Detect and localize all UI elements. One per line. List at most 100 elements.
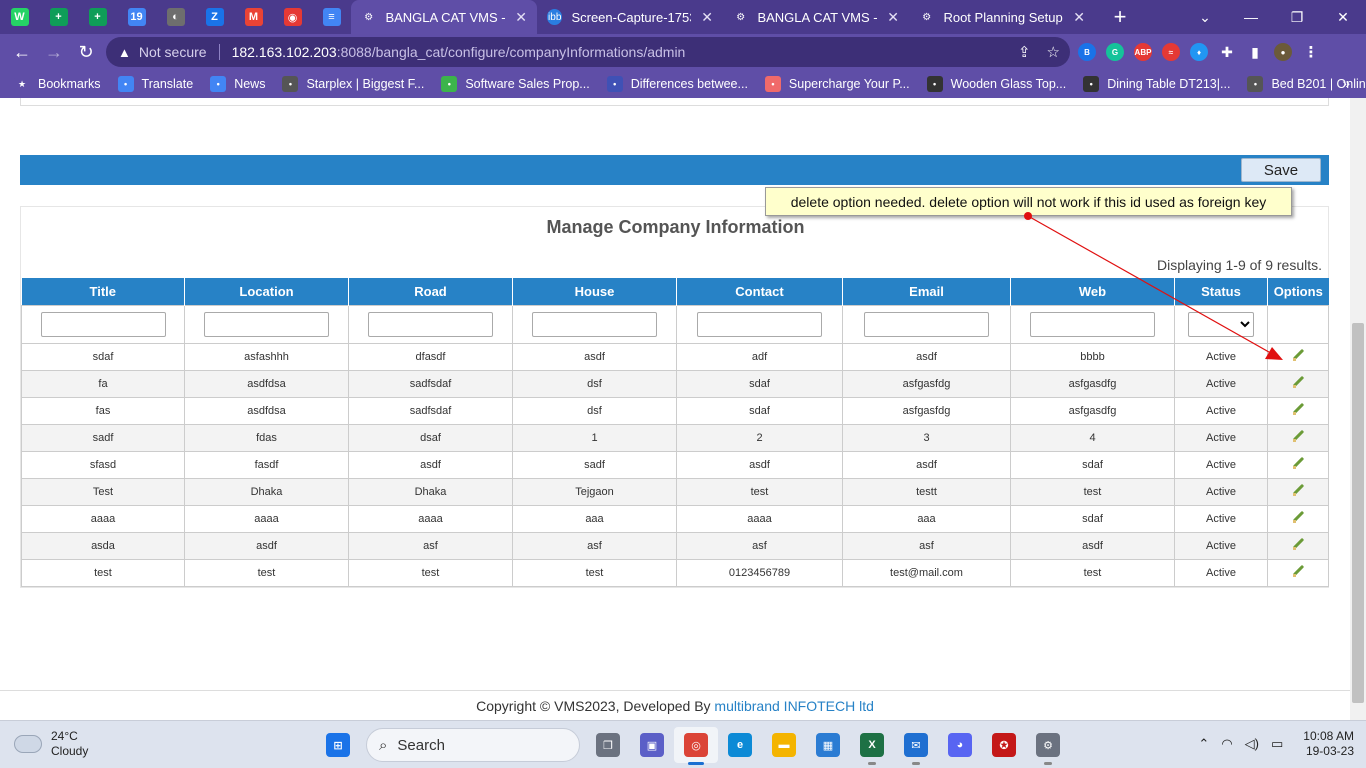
taskbar-app[interactable]: ⊞	[316, 727, 360, 763]
volume-icon[interactable]: ◁)	[1245, 736, 1259, 752]
column-header[interactable]: Location	[184, 278, 349, 305]
edit-pencil-icon[interactable]	[1292, 511, 1304, 523]
grammarly-icon[interactable]: G	[1106, 43, 1124, 61]
extension-icon[interactable]: B	[1078, 43, 1096, 61]
clock[interactable]: 10:08 AM 19-03-23	[1303, 729, 1354, 759]
scrollbar-thumb[interactable]	[1352, 323, 1364, 703]
bookmark-item[interactable]: • News	[210, 76, 265, 92]
extension-icon[interactable]: ≈	[1162, 43, 1180, 61]
extension-icon[interactable]: ♦	[1190, 43, 1208, 61]
taskbar-app[interactable]: ◎	[674, 727, 718, 765]
bookmark-item[interactable]: • Wooden Glass Top...	[926, 76, 1066, 92]
taskbar-search[interactable]: ⌕ Search	[366, 728, 580, 762]
taskbar-app[interactable]: ⚙	[1026, 727, 1070, 765]
taskbar-app[interactable]: ◕	[938, 727, 982, 763]
pinned-tab[interactable]: 19	[117, 0, 156, 34]
side-panel-icon[interactable]: ▮	[1246, 43, 1264, 61]
pinned-tab[interactable]: ≡	[312, 0, 351, 34]
developer-link[interactable]: multibrand INFOTECH ltd	[714, 698, 873, 714]
minimize-button[interactable]: —	[1228, 9, 1274, 25]
status-filter-select[interactable]	[1188, 311, 1254, 337]
back-button[interactable]: ←	[6, 36, 38, 68]
taskbar-app[interactable]: X	[850, 727, 894, 765]
close-tab-icon[interactable]: ✕	[1073, 9, 1085, 26]
browser-tab[interactable]: ⚙ Root Planning Setup ✕	[909, 0, 1095, 34]
taskbar-app[interactable]: e	[718, 727, 762, 763]
table-cell: 3	[842, 423, 1011, 452]
bookmark-label: Translate	[141, 77, 194, 91]
browser-tab[interactable]: ⚙ BANGLA CAT VMS - Ac ✕	[723, 0, 909, 34]
address-bar[interactable]: ▲ Not secure 182.163.102.203 :8088/bangl…	[106, 37, 1070, 67]
pinned-tab[interactable]: +	[78, 0, 117, 34]
bookmark-item[interactable]: ★ Bookmarks	[14, 76, 101, 92]
bookmark-item[interactable]: • Dining Table DT213|...	[1083, 76, 1230, 92]
bookmark-item[interactable]: • Software Sales Prop...	[441, 76, 590, 92]
restore-button[interactable]: ❐	[1274, 9, 1320, 26]
taskbar-app[interactable]: ▣	[630, 727, 674, 763]
column-header[interactable]: Options	[1267, 278, 1329, 305]
taskbar-app[interactable]: ❐	[586, 727, 630, 763]
battery-icon[interactable]: ▭	[1271, 736, 1283, 752]
weather-widget[interactable]: 24°C Cloudy	[14, 729, 88, 759]
pinned-tab[interactable]: W	[0, 0, 39, 34]
pinned-tab[interactable]: ◐	[156, 0, 195, 34]
adblock-icon[interactable]: ABP	[1134, 43, 1152, 61]
close-tab-icon[interactable]: ✕	[515, 9, 527, 26]
filter-input[interactable]	[864, 311, 989, 337]
column-header[interactable]: Contact	[676, 278, 843, 305]
filter-input[interactable]	[532, 311, 657, 337]
bookmark-item[interactable]: • Differences betwee...	[606, 76, 748, 92]
menu-icon[interactable]: ⋮	[1302, 43, 1320, 61]
options-cell	[1267, 396, 1329, 425]
taskbar-app[interactable]: ▬	[762, 727, 806, 763]
close-tab-icon[interactable]: ✕	[887, 9, 899, 26]
tab-search-icon[interactable]: ⌄	[1182, 9, 1228, 26]
filter-input[interactable]	[368, 311, 493, 337]
edit-pencil-icon[interactable]	[1292, 457, 1304, 469]
pinned-tab[interactable]: ◉	[273, 0, 312, 34]
browser-tab[interactable]: ⚙ BANGLA CAT VMS - Ac ✕	[351, 0, 537, 34]
bookmark-item[interactable]: • Starplex | Biggest F...	[282, 76, 424, 92]
column-header[interactable]: House	[512, 278, 677, 305]
bookmark-item[interactable]: • Supercharge Your P...	[764, 76, 910, 92]
warning-icon[interactable]: ▲	[118, 45, 131, 60]
wifi-icon[interactable]: ◠	[1221, 736, 1232, 752]
close-tab-icon[interactable]: ✕	[701, 9, 713, 26]
share-icon[interactable]: ⇪	[1018, 43, 1031, 61]
edit-pencil-icon[interactable]	[1292, 538, 1304, 550]
more-bookmarks-icon[interactable]: »	[1342, 75, 1350, 91]
bookmark-item[interactable]: • Translate	[117, 76, 194, 92]
edit-pencil-icon[interactable]	[1292, 403, 1304, 415]
taskbar-app[interactable]: ▦	[806, 727, 850, 763]
filter-input[interactable]	[697, 311, 822, 337]
avatar[interactable]: ●	[1274, 43, 1292, 61]
page-scrollbar[interactable]	[1350, 98, 1366, 720]
browser-tab[interactable]: ibb Screen-Capture-1753 I ✕	[537, 0, 723, 34]
puzzle-icon[interactable]: ✚	[1218, 43, 1236, 61]
edit-pencil-icon[interactable]	[1292, 565, 1304, 577]
pinned-tab[interactable]: Z	[195, 0, 234, 34]
pinned-tab[interactable]: +	[39, 0, 78, 34]
pinned-tab[interactable]: M	[234, 0, 273, 34]
close-window-button[interactable]: ✕	[1320, 9, 1366, 26]
chevron-up-icon[interactable]: ⌃	[1198, 736, 1209, 752]
filter-input[interactable]	[1030, 311, 1155, 337]
new-tab-button[interactable]: +	[1103, 0, 1137, 34]
bookmark-star-icon[interactable]: ☆	[1047, 43, 1060, 61]
forward-button[interactable]: →	[38, 36, 70, 68]
taskbar-app[interactable]: ✪	[982, 727, 1026, 763]
filter-input[interactable]	[40, 311, 166, 337]
column-header[interactable]: Title	[21, 278, 185, 305]
filter-input[interactable]	[204, 311, 329, 337]
edit-pencil-icon[interactable]	[1292, 376, 1304, 388]
taskbar-app[interactable]: ✉	[894, 727, 938, 765]
reload-button[interactable]: ↻	[70, 36, 102, 68]
edit-pencil-icon[interactable]	[1292, 430, 1304, 442]
save-button[interactable]: Save	[1241, 158, 1321, 182]
column-header[interactable]: Status	[1174, 278, 1268, 305]
column-header[interactable]: Road	[348, 278, 513, 305]
edit-pencil-icon[interactable]	[1292, 349, 1304, 361]
column-header[interactable]: Web	[1010, 278, 1175, 305]
column-header[interactable]: Email	[842, 278, 1011, 305]
edit-pencil-icon[interactable]	[1292, 484, 1304, 496]
